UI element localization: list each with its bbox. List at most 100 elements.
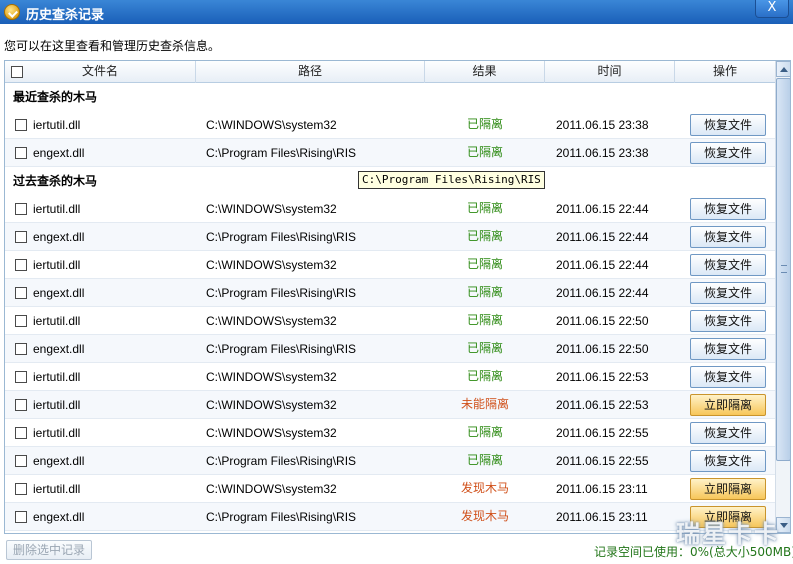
result-status: 已隔离 xyxy=(466,285,503,299)
scan-time: 2011.06.15 22:44 xyxy=(556,230,649,244)
scan-time: 2011.06.15 22:44 xyxy=(556,202,649,216)
result-status: 已隔离 xyxy=(466,117,503,131)
row-checkbox[interactable] xyxy=(15,483,27,495)
restore-file-button[interactable]: 恢复文件 xyxy=(690,114,766,136)
scan-time: 2011.06.15 22:53 xyxy=(556,370,649,384)
column-header-action[interactable]: 操作 xyxy=(675,61,775,83)
file-name: engext.dll xyxy=(33,286,85,300)
table-row[interactable]: iertutil.dll C:\WINDOWS\system32 已隔离 2011.0… xyxy=(5,111,775,139)
row-checkbox[interactable] xyxy=(15,147,27,159)
result-status: 已隔离 xyxy=(466,257,503,271)
column-header-name[interactable]: 文件名 xyxy=(5,61,196,83)
row-checkbox[interactable] xyxy=(15,259,27,271)
table-row[interactable]: engext.dll C:\Program Files\Rising\RIS 已隔离… xyxy=(5,139,775,167)
file-path: C:\WINDOWS\system32 xyxy=(206,258,337,272)
file-name: engext.dll xyxy=(33,146,85,160)
scan-time: 2011.06.15 23:38 xyxy=(556,146,649,160)
row-checkbox[interactable] xyxy=(15,203,27,215)
result-status: 已隔离 xyxy=(466,201,503,215)
table-row[interactable]: engext.dll C:\Program Files\Rising\RIS 已隔离… xyxy=(5,447,775,475)
file-path: C:\WINDOWS\system32 xyxy=(206,426,337,440)
restore-file-button[interactable]: 恢复文件 xyxy=(690,142,766,164)
restore-file-button[interactable]: 恢复文件 xyxy=(690,310,766,332)
restore-file-button[interactable]: 恢复文件 xyxy=(690,282,766,304)
window-title: 历史查杀记录 xyxy=(26,8,105,23)
scan-time: 2011.06.15 22:55 xyxy=(556,426,649,440)
row-checkbox[interactable] xyxy=(15,287,27,299)
row-checkbox[interactable] xyxy=(15,231,27,243)
row-checkbox[interactable] xyxy=(15,455,27,467)
file-path: C:\WINDOWS\system32 xyxy=(206,314,337,328)
file-name: iertutil.dll xyxy=(33,370,81,384)
isolate-now-button[interactable]: 立即隔离 xyxy=(690,394,766,416)
file-name: iertutil.dll xyxy=(33,398,81,412)
table-row[interactable]: iertutil.dll C:\WINDOWS\system32 未能隔离 2011.… xyxy=(5,391,775,419)
file-name: engext.dll xyxy=(33,342,85,356)
app-logo-icon xyxy=(4,4,20,20)
scroll-up-icon[interactable] xyxy=(776,61,790,77)
table-row[interactable]: iertutil.dll C:\WINDOWS\system32 已隔离 2011.0… xyxy=(5,363,775,391)
result-status: 已隔离 xyxy=(466,425,503,439)
history-table: 文件名 路径 结果 时间 操作 最近查杀的木马 iertutil.dll C:\WI… xyxy=(4,60,791,534)
path-tooltip: C:\Program Files\Rising\RIS xyxy=(358,171,545,189)
table-row[interactable]: iertutil.dll C:\WINDOWS\system32 发现木马 2011.… xyxy=(5,475,775,503)
result-status: 发现木马 xyxy=(460,481,509,495)
row-checkbox[interactable] xyxy=(15,315,27,327)
file-path: C:\WINDOWS\system32 xyxy=(206,398,337,412)
table-row[interactable]: engext.dll C:\Program Files\Rising\RIS 已隔离… xyxy=(5,335,775,363)
file-path: C:\WINDOWS\system32 xyxy=(206,482,337,496)
result-status: 已隔离 xyxy=(466,341,503,355)
table-row[interactable]: engext.dll C:\Program Files\Rising\RIS 发现木… xyxy=(5,503,775,531)
scan-time: 2011.06.15 23:11 xyxy=(556,510,648,524)
result-status: 已隔离 xyxy=(466,145,503,159)
row-checkbox[interactable] xyxy=(15,371,27,383)
table-header: 文件名 路径 结果 时间 操作 xyxy=(5,61,775,83)
table-row[interactable]: iertutil.dll C:\WINDOWS\system32 已隔离 2011.0… xyxy=(5,195,775,223)
row-checkbox[interactable] xyxy=(15,511,27,523)
row-checkbox[interactable] xyxy=(15,119,27,131)
delete-selected-button[interactable]: 删除选中记录 xyxy=(6,540,92,560)
scan-time: 2011.06.15 22:53 xyxy=(556,398,649,412)
isolate-now-button[interactable]: 立即隔离 xyxy=(690,478,766,500)
file-path: C:\WINDOWS\system32 xyxy=(206,202,337,216)
restore-file-button[interactable]: 恢复文件 xyxy=(690,338,766,360)
group-heading: 最近查杀的木马 xyxy=(5,83,775,111)
table-row[interactable]: iertutil.dll C:\WINDOWS\system32 已隔离 2011.0… xyxy=(5,419,775,447)
table-row[interactable]: engext.dll C:\Program Files\Rising\RIS 已隔离… xyxy=(5,279,775,307)
restore-file-button[interactable]: 恢复文件 xyxy=(690,198,766,220)
row-checkbox[interactable] xyxy=(15,399,27,411)
file-path: C:\WINDOWS\system32 xyxy=(206,118,337,132)
row-checkbox[interactable] xyxy=(15,427,27,439)
row-checkbox[interactable] xyxy=(15,343,27,355)
restore-file-button[interactable]: 恢复文件 xyxy=(690,226,766,248)
table-row[interactable]: iertutil.dll C:\WINDOWS\system32 已隔离 2011.0… xyxy=(5,251,775,279)
table-body: 最近查杀的木马 iertutil.dll C:\WINDOWS\system32 已隔… xyxy=(5,83,775,531)
column-header-time[interactable]: 时间 xyxy=(545,61,675,83)
restore-file-button[interactable]: 恢复文件 xyxy=(690,366,766,388)
result-status: 已隔离 xyxy=(466,453,503,467)
restore-file-button[interactable]: 恢复文件 xyxy=(690,254,766,276)
vertical-scrollbar[interactable] xyxy=(775,61,790,533)
file-path: C:\Program Files\Rising\RIS xyxy=(206,342,357,356)
table-row[interactable]: engext.dll C:\Program Files\Rising\RIS 已隔离… xyxy=(5,223,775,251)
table-row[interactable]: iertutil.dll C:\WINDOWS\system32 已隔离 2011.0… xyxy=(5,307,775,335)
file-path: C:\Program Files\Rising\RIS xyxy=(206,454,357,468)
column-header-path[interactable]: 路径 xyxy=(196,61,425,83)
scroll-thumb[interactable] xyxy=(776,78,790,461)
result-status: 发现木马 xyxy=(460,509,509,523)
restore-file-button[interactable]: 恢复文件 xyxy=(690,450,766,472)
result-status: 已隔离 xyxy=(466,229,503,243)
file-name: iertutil.dll xyxy=(33,426,81,440)
result-status: 已隔离 xyxy=(466,313,503,327)
file-path: C:\Program Files\Rising\RIS xyxy=(206,146,357,160)
scan-time: 2011.06.15 22:44 xyxy=(556,286,649,300)
restore-file-button[interactable]: 恢复文件 xyxy=(690,422,766,444)
watermark-logo: 瑞星卡卡 xyxy=(676,520,780,548)
scan-time: 2011.06.15 22:50 xyxy=(556,342,649,356)
column-header-result[interactable]: 结果 xyxy=(425,61,545,83)
file-path: C:\Program Files\Rising\RIS xyxy=(206,510,357,524)
result-status: 未能隔离 xyxy=(460,397,509,411)
close-button[interactable]: X xyxy=(755,0,789,18)
scan-time: 2011.06.15 22:44 xyxy=(556,258,649,272)
select-all-checkbox[interactable] xyxy=(11,66,23,78)
